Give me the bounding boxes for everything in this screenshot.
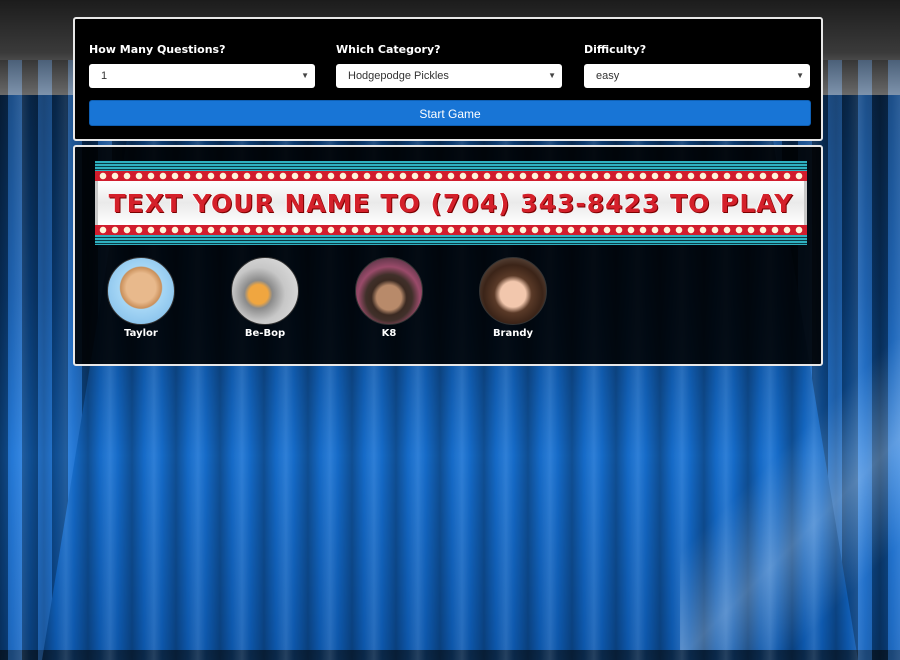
player-name: Be-Bop xyxy=(244,328,286,339)
chevron-down-icon: ▼ xyxy=(548,71,556,80)
players-panel: TEXT YOUR NAME TO (704) 343-8423 TO PLAY… xyxy=(73,145,823,366)
marquee-bulbs-bottom xyxy=(95,225,807,235)
category-field: Which Category? Hodgepodge Pickles ▼ xyxy=(336,43,562,88)
player-name: Brandy xyxy=(492,328,534,339)
category-label: Which Category? xyxy=(336,43,441,56)
marquee-bulbs-top xyxy=(95,171,807,181)
player-name: Taylor xyxy=(124,328,158,339)
player-card: Brandy xyxy=(468,257,558,339)
banner-text: TEXT YOUR NAME TO (704) 343-8423 TO PLAY xyxy=(108,188,794,218)
questions-select[interactable]: 1 ▼ xyxy=(89,64,315,88)
questions-label: How Many Questions? xyxy=(89,43,226,56)
category-value: Hodgepodge Pickles xyxy=(348,70,449,82)
difficulty-label: Difficulty? xyxy=(584,43,647,56)
avatar xyxy=(355,257,423,325)
chevron-down-icon: ▼ xyxy=(796,71,804,80)
marquee-stripes-bottom xyxy=(95,235,807,245)
avatar xyxy=(479,257,547,325)
spotlight-beam xyxy=(680,340,900,650)
avatar xyxy=(107,257,175,325)
player-name: K8 xyxy=(381,328,397,339)
player-card: Taylor xyxy=(96,257,186,339)
questions-field: How Many Questions? 1 ▼ xyxy=(89,43,315,88)
avatar xyxy=(231,257,299,325)
category-select[interactable]: Hodgepodge Pickles ▼ xyxy=(336,64,562,88)
start-game-button[interactable]: Start Game xyxy=(89,100,811,126)
difficulty-field: Difficulty? easy ▼ xyxy=(584,43,810,88)
difficulty-value: easy xyxy=(596,70,620,82)
marquee-stripes-top xyxy=(95,161,807,171)
questions-value: 1 xyxy=(101,70,108,82)
player-card: K8 xyxy=(344,257,434,339)
marquee-sign: TEXT YOUR NAME TO (704) 343-8423 TO PLAY xyxy=(95,181,807,225)
chevron-down-icon: ▼ xyxy=(301,71,309,80)
marquee-banner: TEXT YOUR NAME TO (704) 343-8423 TO PLAY xyxy=(95,161,807,247)
game-settings-panel: How Many Questions? 1 ▼ Which Category? … xyxy=(73,17,823,141)
player-card: Be-Bop xyxy=(220,257,310,339)
difficulty-select[interactable]: easy ▼ xyxy=(584,64,810,88)
